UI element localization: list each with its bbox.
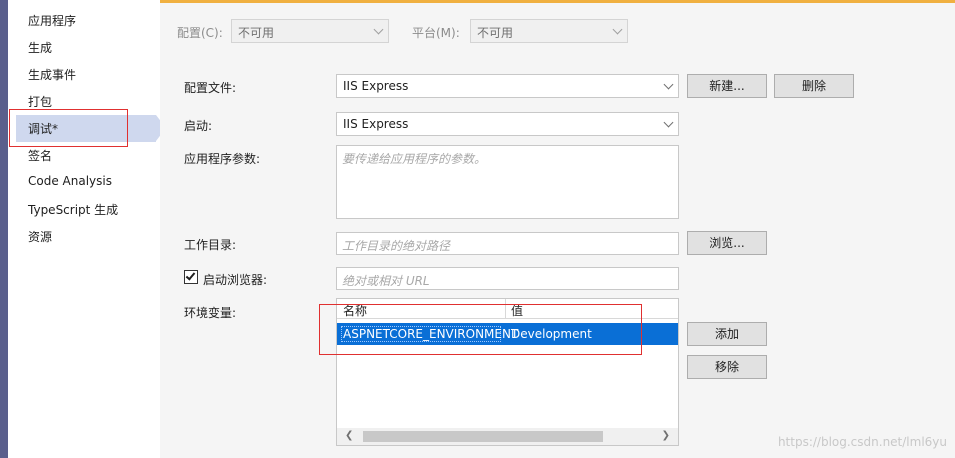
sidebar-item-resources[interactable]: 资源 <box>28 228 52 245</box>
platform-label: 平台(M): <box>412 26 460 40</box>
platform-select[interactable]: 不可用 <box>470 19 628 43</box>
profile-select[interactable]: IIS Express <box>336 74 679 98</box>
app-args-label: 应用程序参数: <box>184 152 261 166</box>
working-dir-placeholder: 工作目录的绝对路径 <box>342 239 451 253</box>
scroll-right-icon[interactable]: ❯ <box>662 430 670 441</box>
sidebar-item-package[interactable]: 打包 <box>28 93 52 110</box>
scroll-left-icon[interactable]: ❮ <box>345 430 353 441</box>
launch-browser-label: 启动浏览器: <box>203 273 268 287</box>
annotation-box-debug <box>9 109 128 147</box>
launch-browser-checkbox[interactable] <box>184 270 198 284</box>
property-sidebar: 应用程序 生成 生成事件 打包 调试* 签名 Code Analysis Typ… <box>8 0 166 458</box>
chevron-down-icon <box>373 24 384 35</box>
launch-url-input[interactable]: 绝对或相对 URL <box>336 267 679 290</box>
launch-label: 启动: <box>184 119 213 133</box>
working-dir-label: 工作目录: <box>184 238 237 252</box>
env-vars-label: 环境变量: <box>184 306 237 320</box>
delete-profile-button[interactable]: 删除 <box>774 74 854 98</box>
config-label: 配置(C): <box>177 26 223 40</box>
config-select[interactable]: 不可用 <box>231 19 389 43</box>
new-profile-button[interactable]: 新建... <box>687 74 767 98</box>
launch-select-value: IIS Express <box>343 117 409 131</box>
annotation-box-env-var <box>319 304 642 355</box>
config-select-value: 不可用 <box>238 26 275 40</box>
scrollbar-thumb[interactable] <box>363 431 603 442</box>
sidebar-item-application[interactable]: 应用程序 <box>28 12 76 29</box>
profile-label: 配置文件: <box>184 81 237 95</box>
launch-select[interactable]: IIS Express <box>336 112 679 136</box>
add-env-var-button[interactable]: 添加 <box>687 322 767 346</box>
window-edge-strip <box>0 0 8 458</box>
chevron-down-icon <box>663 79 674 90</box>
working-dir-input[interactable]: 工作目录的绝对路径 <box>336 232 679 255</box>
app-args-placeholder: 要传递给应用程序的参数。 <box>342 152 487 166</box>
sidebar-item-build[interactable]: 生成 <box>28 39 52 56</box>
app-args-textarea[interactable]: 要传递给应用程序的参数。 <box>336 145 679 219</box>
profile-select-value: IIS Express <box>343 79 409 93</box>
chevron-down-icon <box>663 117 674 128</box>
sidebar-item-typescript-build[interactable]: TypeScript 生成 <box>28 201 118 218</box>
watermark: https://blog.csdn.net/lml6yu <box>777 435 947 449</box>
remove-env-var-button[interactable]: 移除 <box>687 355 767 379</box>
browse-button[interactable]: 浏览... <box>687 231 767 255</box>
platform-select-value: 不可用 <box>477 26 514 40</box>
chevron-down-icon <box>612 24 623 35</box>
checkmark-icon <box>185 270 196 281</box>
horizontal-scrollbar[interactable]: ❮ ❯ <box>337 428 678 445</box>
sidebar-item-build-events[interactable]: 生成事件 <box>28 66 76 83</box>
launch-url-placeholder: 绝对或相对 URL <box>342 274 430 288</box>
sidebar-item-signing[interactable]: 签名 <box>28 147 52 164</box>
sidebar-item-code-analysis[interactable]: Code Analysis <box>28 174 112 188</box>
